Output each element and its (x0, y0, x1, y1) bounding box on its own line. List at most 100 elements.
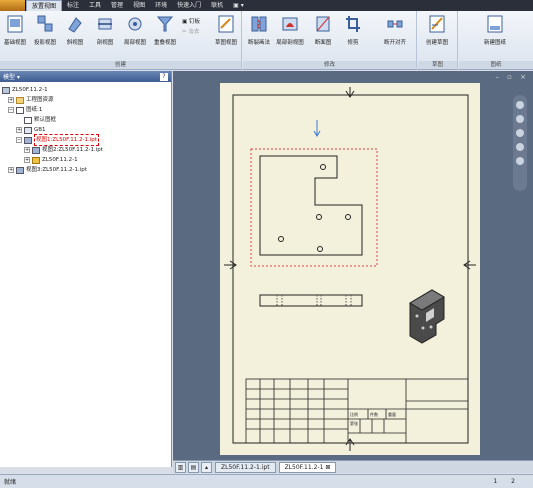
section-view-icon (98, 18, 112, 30)
help-icon[interactable]: ? (160, 72, 168, 81)
front-view-outline (259, 155, 363, 256)
browser-header: 模型 ▾ ? (0, 71, 171, 82)
break-out-button[interactable]: 局部剖视图 (276, 15, 304, 46)
create-sketch-button[interactable]: 创建草图 (423, 15, 451, 46)
base-view-button[interactable]: 基础视图 (1, 15, 29, 46)
doc-tab-ipt[interactable]: ZL50F.11.2-1.ipt (215, 461, 276, 473)
tree-item-view2[interactable]: + 视图2:ZL50F.11.2-1.ipt (2, 145, 169, 155)
title-block-text: 比例 件数 重量 第张 (350, 411, 396, 426)
ribbon-options-dropdown[interactable]: ▣ ▾ (228, 0, 249, 11)
nail-icon: ▣ (182, 19, 189, 25)
break-icon (251, 16, 267, 32)
tree-item-view1[interactable]: − 视图1:ZL50F.11.2-1.ipt (2, 134, 169, 146)
projected-view-button[interactable]: 投影视图 (31, 15, 59, 46)
canvas-window-controls[interactable]: – ▫ × (495, 73, 529, 81)
new-sheet-icon (487, 15, 503, 33)
expand-icon[interactable]: + (24, 147, 30, 153)
drawing-icon (2, 86, 10, 94)
status-text: 就绪 (4, 479, 17, 486)
new-sheet-button[interactable]: 新建图纸 (481, 15, 509, 46)
tree-item-part[interactable]: + ZL50F.11.2-1 (2, 155, 169, 165)
expand-icon[interactable]: + (8, 167, 14, 173)
expand-icon[interactable]: + (8, 97, 14, 103)
tab-annotate[interactable]: 标注 (62, 0, 84, 11)
collapse-icon[interactable]: − (16, 137, 22, 143)
tab-list-icon[interactable]: ▴ (201, 461, 212, 473)
top-view-hidden-lines (276, 295, 352, 306)
left-center-arrow (224, 260, 237, 270)
ribbon-group-create: 基础视图 投影视图 斜视图 剖视图 局部视图 重叠视图 ▣ 钉板 ✂ 淡去 草图 (0, 11, 242, 70)
detail-view-button[interactable]: 局部视图 (121, 15, 149, 46)
tab-manage[interactable]: 管理 (106, 0, 128, 11)
auxiliary-view-icon (68, 17, 82, 33)
part-icon (32, 156, 40, 164)
expand-icon[interactable]: + (16, 127, 22, 133)
tree-item-resources[interactable]: + 工程图资源 (2, 95, 169, 105)
create-sketch-icon (429, 15, 445, 33)
tab-view[interactable]: 视图 (128, 0, 150, 11)
status-bar: 就绪 1 2 (0, 474, 533, 488)
create-group-label: 创建 (0, 61, 241, 69)
collapse-icon[interactable]: − (8, 107, 14, 113)
crop-icon (346, 16, 360, 32)
status-counts: 1 2 (493, 478, 529, 485)
cut-button[interactable]: ✂ 淡去 (182, 27, 200, 37)
tile-view-icon[interactable]: ▥ (175, 461, 186, 473)
crop-button[interactable]: 修剪 (339, 15, 367, 46)
expand-icon[interactable]: + (24, 157, 30, 163)
tree-item-root[interactable]: ZL50F.11.2-1 (2, 85, 169, 95)
bottom-center-arrow (345, 438, 355, 451)
ribbon-group-modify: 断裂画法 局部剖视图 断面图 修剪 断开对齐 修改 (243, 11, 417, 70)
break-alignment-button[interactable]: 断开对齐 (381, 15, 409, 46)
tab-environments[interactable]: 环境 (150, 0, 172, 11)
top-view-outline (259, 294, 363, 307)
sheet-drawing: 比例 件数 重量 第张 (224, 87, 476, 451)
right-center-arrow (463, 260, 476, 270)
draft-view-button[interactable]: 草图视图 (212, 15, 240, 46)
application-menu-button[interactable] (0, 0, 26, 11)
title-block-sheet: 第张 (350, 420, 358, 426)
doc-tab-idw[interactable]: ZL50F.11.2-1 ⊠ (278, 461, 337, 473)
tree-item-border[interactable]: 默认图框 (2, 115, 169, 125)
zoom-icon[interactable] (516, 129, 524, 137)
tree-item-view3[interactable]: + 视图3:ZL50F.11.2-1.ipt (2, 165, 169, 175)
detail-view-icon (128, 17, 142, 31)
status-count-2: 2 (511, 478, 515, 485)
sheet-border (232, 94, 469, 444)
pan-icon[interactable] (516, 115, 524, 123)
cascade-view-icon[interactable]: ▤ (188, 461, 199, 473)
sheet-group-label: 图纸 (459, 61, 533, 69)
view-icon (16, 166, 24, 174)
view-face-icon[interactable] (516, 157, 524, 165)
browser-title[interactable]: 模型 ▾ (3, 72, 20, 81)
slice-button[interactable]: 断面图 (309, 15, 337, 46)
isometric-view (409, 289, 445, 344)
overlay-view-icon (156, 16, 174, 32)
modify-group-label: 修改 (243, 61, 416, 69)
section-view-button[interactable]: 剖视图 (91, 15, 119, 46)
view-selection-box (250, 148, 378, 267)
view-icon (24, 136, 32, 144)
zoom-all-icon[interactable] (516, 143, 524, 151)
close-tab-icon[interactable]: ⊠ (325, 464, 330, 471)
draft-view-icon (218, 15, 234, 33)
drawing-canvas[interactable]: – ▫ × 比例 件数 重量 第张 (173, 71, 533, 460)
steering-wheel-icon[interactable] (516, 101, 524, 109)
nail-button[interactable]: ▣ 钉板 (182, 17, 200, 27)
overlay-view-button[interactable]: 重叠视图 (151, 15, 179, 46)
front-view-hole (317, 246, 323, 252)
drawing-sheet[interactable]: 比例 件数 重量 第张 (220, 83, 480, 455)
title-block (245, 378, 469, 444)
tab-get-started[interactable]: 快速入门 (172, 0, 206, 11)
tab-online[interactable]: 联机 (206, 0, 228, 11)
auxiliary-view-button[interactable]: 斜视图 (61, 15, 89, 46)
tab-place-views[interactable]: 放置视图 (26, 0, 63, 11)
model-browser: 模型 ▾ ? ZL50F.11.2-1 + 工程图资源 − 图纸:1 默认图框 … (0, 71, 172, 467)
tab-tools[interactable]: 工具 (84, 0, 106, 11)
tree-item-sheet[interactable]: − 图纸:1 (2, 105, 169, 115)
border-icon (24, 116, 32, 124)
menu-bar: 放置视图 标注 工具 管理 视图 环境 快速入门 联机 ▣ ▾ (0, 0, 533, 11)
break-button[interactable]: 断裂画法 (245, 15, 273, 46)
title-block-scale: 比例 (350, 411, 358, 417)
document-tab-bar: ▥ ▤ ▴ ZL50F.11.2-1.ipt ZL50F.11.2-1 ⊠ (173, 460, 533, 473)
